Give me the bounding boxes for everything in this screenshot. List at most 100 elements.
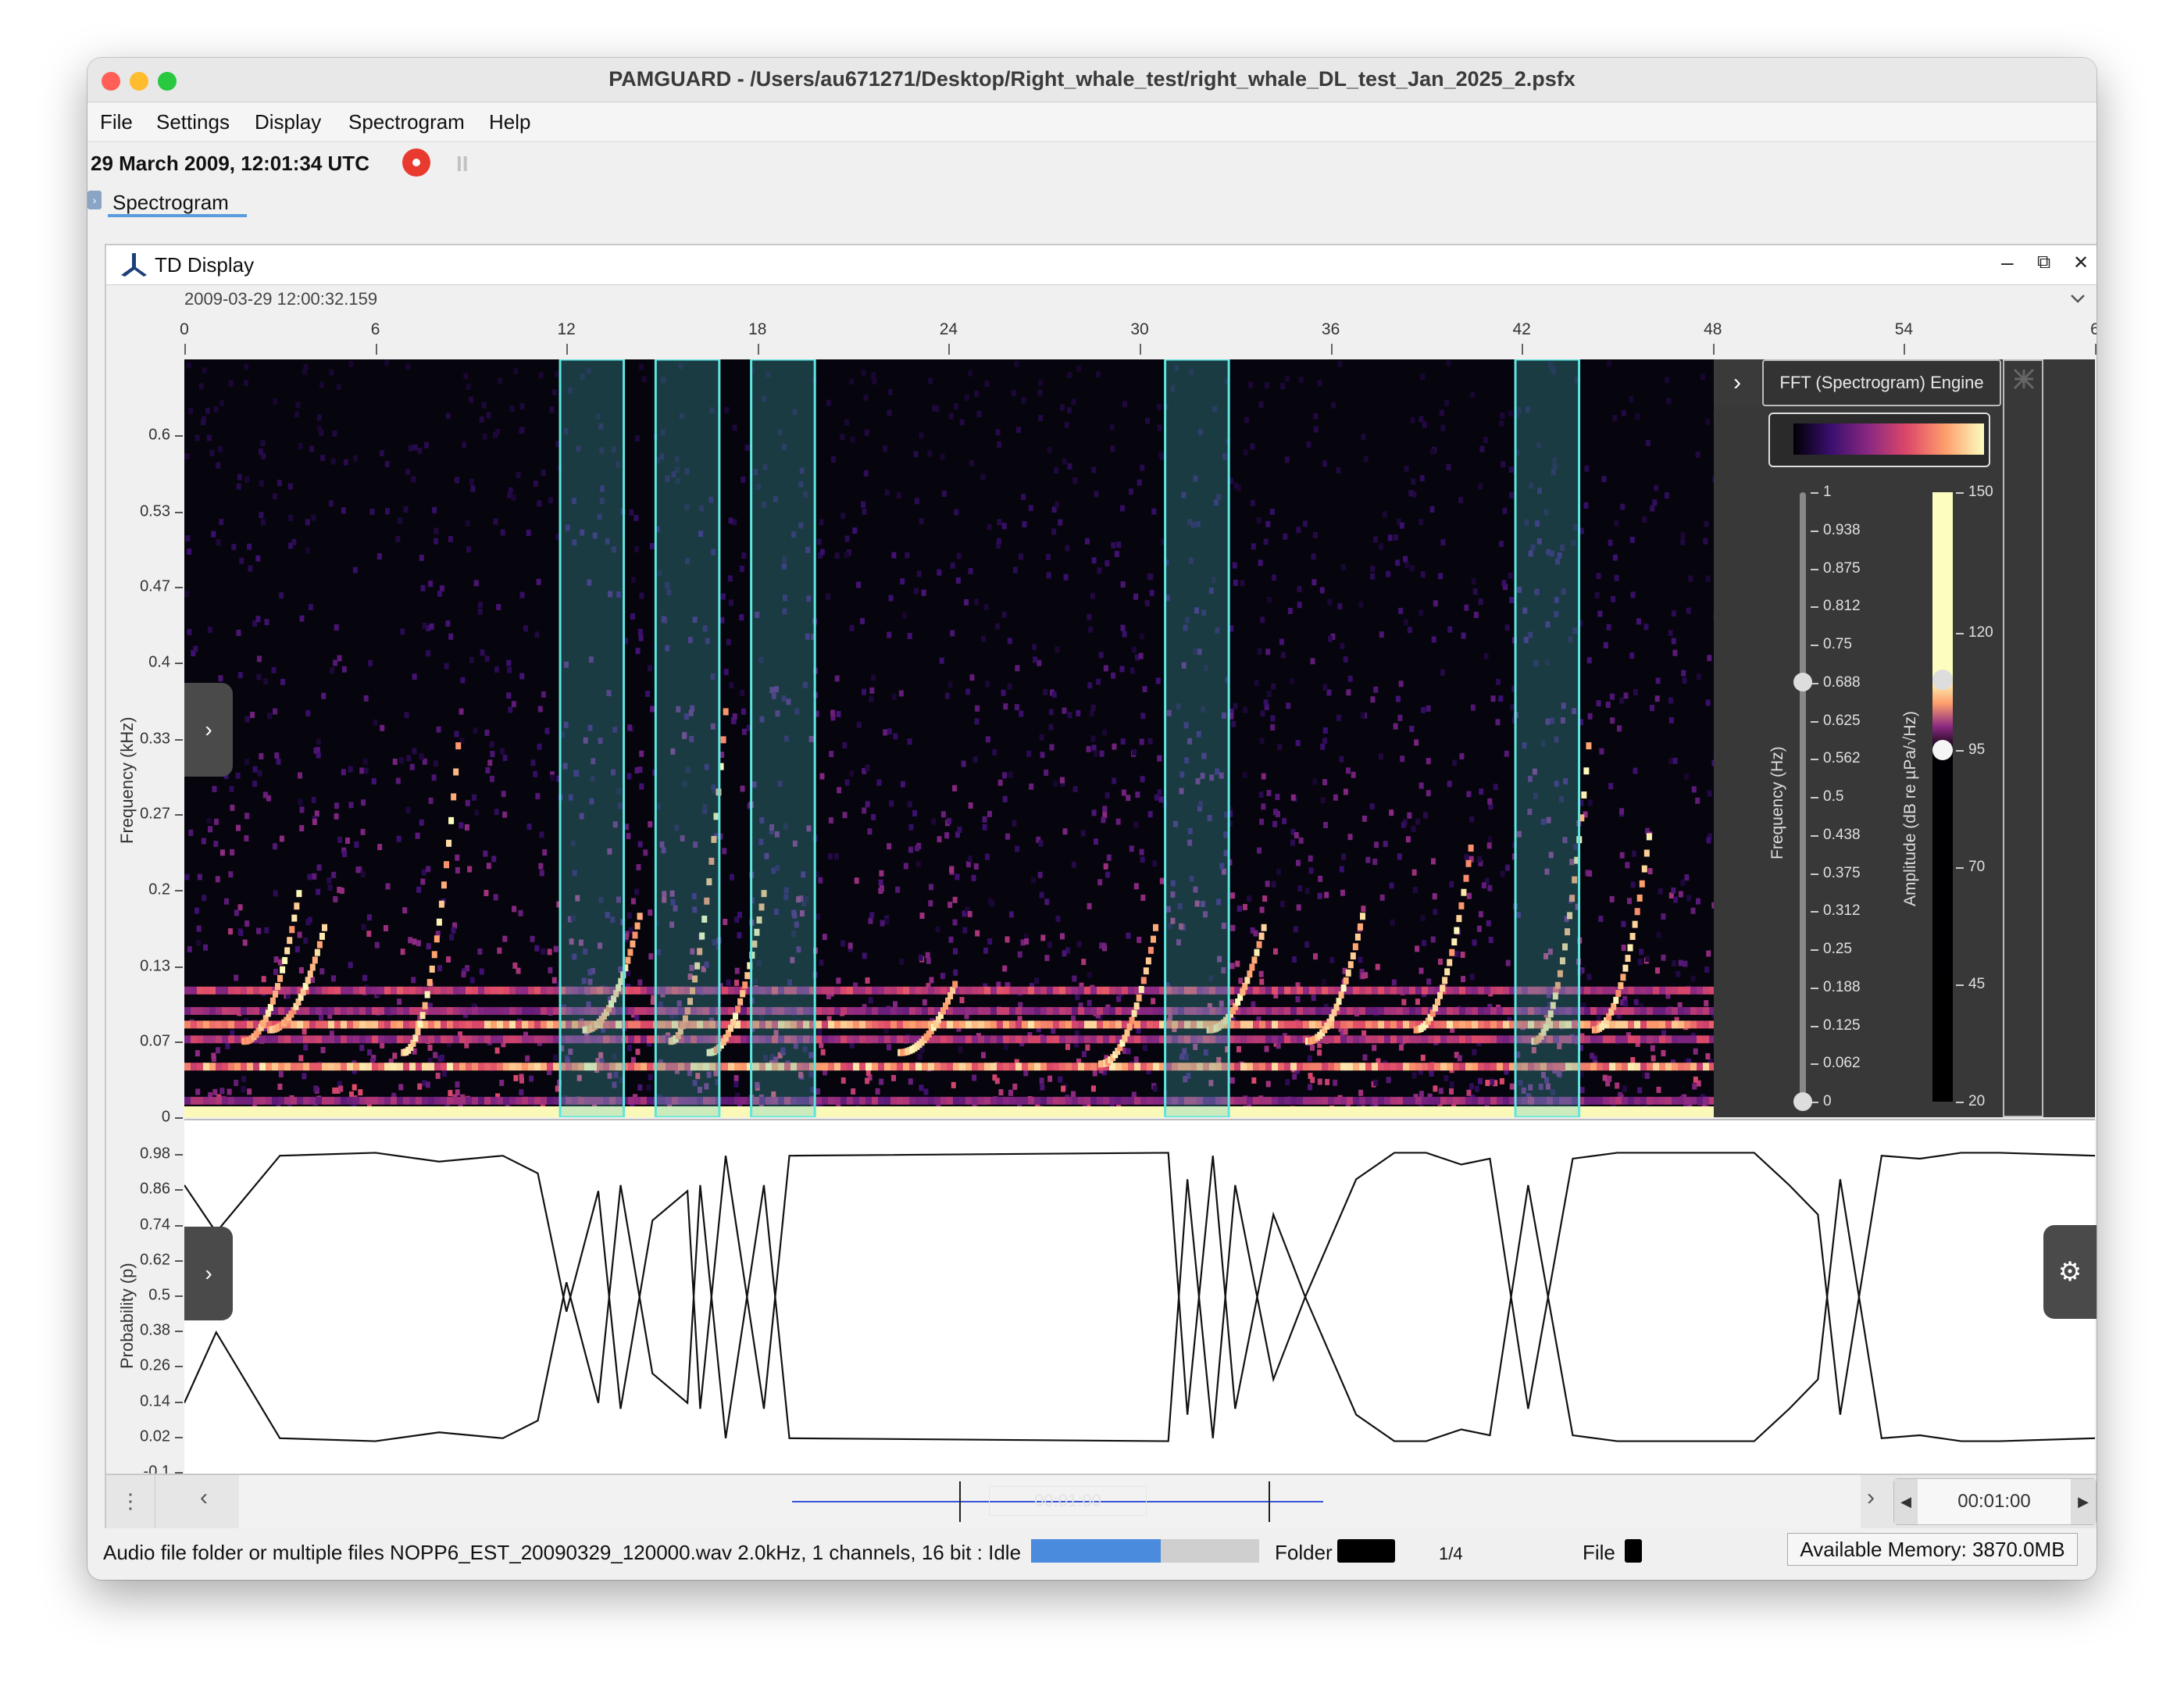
spectrogram-pixel — [291, 986, 297, 995]
spectrogram-pixel — [1609, 986, 1615, 995]
spectrogram-pixel — [206, 817, 212, 824]
spectrogram-pixel — [376, 553, 382, 560]
spectrogram-pixel — [734, 1063, 740, 1071]
spectrogram-pixel — [269, 997, 276, 1005]
engine-panel-handle[interactable] — [2003, 359, 2043, 1117]
spectrogram-pixel — [1258, 401, 1264, 408]
amplitude-range-slider[interactable]: 150 120 95 70 45 20 — [1932, 484, 2003, 1117]
spectrogram-pixel — [1707, 790, 1712, 797]
triangle-left-icon[interactable]: ◀ — [1894, 1479, 1918, 1524]
chevron-right-icon[interactable]: › — [1867, 1484, 1875, 1511]
menu-help[interactable]: Help — [489, 110, 530, 134]
probability-plot[interactable] — [184, 1119, 2095, 1474]
spectrogram-pixel — [1139, 633, 1144, 640]
spectrogram-pixel — [922, 999, 927, 1006]
spectrogram-pixel — [1278, 1063, 1284, 1071]
chevron-left-icon[interactable]: ‹ — [200, 1484, 208, 1511]
spectrogram-pixel — [541, 691, 546, 698]
spectrogram-pixel — [530, 935, 535, 942]
tab-panel-toggle-icon[interactable]: › — [87, 191, 102, 209]
vertical-dots-icon[interactable]: ⋮ — [120, 1491, 141, 1511]
spectrogram-pixel — [1058, 1076, 1063, 1083]
spectrogram-side-panel-toggle[interactable]: › — [184, 683, 233, 777]
spectrogram-pixel — [1609, 1020, 1615, 1029]
spectrogram-pixel — [519, 1074, 524, 1081]
spectrogram-pixel — [459, 1020, 466, 1029]
spectrogram-pixel — [853, 1096, 859, 1105]
spectrogram-pixel — [299, 615, 305, 622]
spectrogram-pixel — [641, 376, 647, 383]
spectrogram-pixel — [1084, 986, 1090, 995]
spectrogram-pixel — [547, 1063, 553, 1071]
spectrogram-pixel — [528, 1020, 534, 1029]
menu-spectrogram[interactable]: Spectrogram — [348, 110, 465, 134]
triangle-right-icon[interactable]: ▶ — [2071, 1479, 2096, 1524]
colormap-selector[interactable] — [1768, 413, 1990, 467]
spectrogram-pixel — [1328, 635, 1333, 642]
spectrogram-pixel — [244, 920, 250, 927]
spectrogram-pixel — [1597, 986, 1603, 995]
chevron-right-icon[interactable]: › — [1714, 359, 1761, 406]
colormap-swatch — [1793, 423, 1984, 455]
spectrogram-pixel — [1586, 657, 1592, 664]
menu-settings[interactable]: Settings — [156, 110, 230, 134]
spectrogram-pixel — [196, 939, 202, 946]
spectrogram-pixel — [191, 1006, 197, 1015]
frequency-tick-mark — [175, 1041, 183, 1043]
spectrogram-pixel — [1415, 986, 1422, 995]
spectrogram-pixel — [547, 1020, 553, 1029]
spectrogram-pixel — [1040, 1063, 1047, 1071]
spectrogram-pixel — [372, 1006, 378, 1015]
duration-value[interactable]: 00:01:00 — [1918, 1479, 2071, 1524]
scroll-track[interactable]: 00:01:00 — [239, 1475, 1861, 1528]
spectrogram-pixel — [1361, 906, 1366, 913]
spectrogram-pixel — [990, 1006, 997, 1015]
spectrogram-pixel — [878, 986, 884, 995]
spectrogram-pixel — [856, 581, 862, 588]
spectrogram-pixel — [1447, 1020, 1453, 1029]
spectrogram-pixel — [222, 1006, 228, 1015]
pause-icon[interactable]: II — [456, 152, 469, 177]
spectrogram-pixel — [1474, 1085, 1479, 1092]
spectrogram-pixel — [972, 1063, 978, 1071]
spectrogram-pixel — [965, 1020, 972, 1029]
probability-side-panel-toggle[interactable]: › — [184, 1227, 233, 1320]
spectrogram-pixel — [1089, 709, 1094, 716]
spectrogram-pixel — [377, 844, 383, 851]
spectrogram-pixel — [1622, 1063, 1628, 1071]
menu-display[interactable]: Display — [255, 110, 321, 134]
spectrogram-pixel — [1061, 1085, 1066, 1092]
spectrogram-pixel — [1092, 1070, 1097, 1077]
spectrogram-pixel — [1265, 1035, 1272, 1044]
drag-handle-icon[interactable] — [2012, 367, 2036, 391]
spectrogram-pixel — [261, 976, 266, 983]
spectrogram-plot[interactable] — [184, 359, 1714, 1117]
spectrogram-pixel — [956, 552, 962, 559]
frequency-range-slider[interactable]: 1 0.938 0.875 0.812 0.75 0.688 0.625 0.562 0.5 0.… — [1792, 484, 1878, 1117]
spectrogram-pixel — [238, 930, 244, 937]
tab-spectrogram[interactable]: Spectrogram — [112, 191, 229, 225]
spectrogram-pixel — [741, 552, 747, 559]
spectrogram-pixel — [1487, 798, 1493, 805]
time-axis[interactable]: 2009-03-29 12:00:32.159 0 6 12 18 24 30 36 42 48… — [106, 286, 2097, 356]
panel-close-button[interactable]: ✕ — [2073, 252, 2089, 274]
panel-restore-button[interactable]: ⧉ — [2037, 252, 2050, 273]
spectrogram-pixel — [1501, 461, 1506, 468]
amplitude-tick — [1956, 492, 1964, 494]
menu-file[interactable]: File — [100, 110, 133, 134]
spectrogram-pixel — [865, 1077, 870, 1084]
gear-icon[interactable]: ⚙ — [2043, 1225, 2097, 1319]
panel-minimize-button[interactable]: – — [2001, 250, 2014, 275]
spectrogram-pixel — [1444, 1074, 1449, 1081]
spectrogram-pixel — [1650, 1045, 1655, 1052]
spectrogram-pixel — [499, 748, 505, 755]
spectrogram-pixel — [1311, 995, 1316, 1002]
spectrogram-pixel — [516, 1096, 522, 1105]
probability-tick-mark — [175, 1436, 183, 1438]
frequency-slider-tick-label: 0.812 — [1823, 598, 1861, 615]
spectrogram-pixel — [523, 625, 528, 632]
spectrogram-pixel — [1019, 710, 1024, 717]
spectrogram-pixel — [975, 930, 980, 937]
record-icon[interactable] — [402, 148, 430, 177]
spectrogram-pixel — [1087, 902, 1092, 909]
